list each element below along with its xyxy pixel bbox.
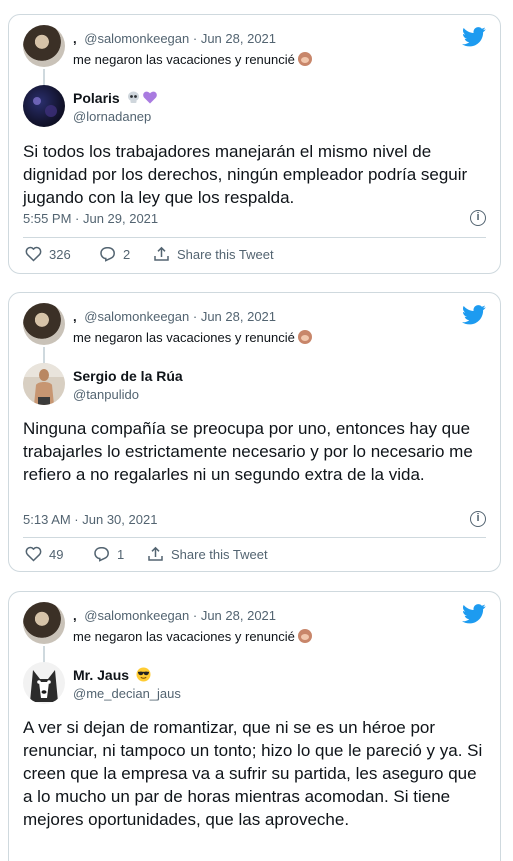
skull-icon (127, 91, 140, 104)
reply-icon (94, 546, 109, 562)
share-button[interactable]: Share this Tweet (153, 246, 274, 262)
twitter-bird-icon[interactable] (462, 305, 486, 325)
parent-tweet[interactable]: , @salomonkeegan · Jun 28, 2021 me negar… (23, 303, 486, 365)
parent-date[interactable]: Jun 28, 2021 (201, 608, 276, 623)
tweet-text: A ver si dejan de romantizar, que ni se … (23, 718, 483, 829)
info-icon[interactable]: i (470, 511, 486, 527)
twitter-bird-icon[interactable] (462, 27, 486, 47)
divider (23, 237, 486, 238)
parent-date[interactable]: Jun 28, 2021 (201, 309, 276, 324)
parent-meta: , @salomonkeegan · Jun 28, 2021 (73, 309, 276, 324)
tweet-text: Ninguna compañía se preocupa por uno, en… (23, 419, 473, 484)
share-label: Share this Tweet (171, 546, 268, 562)
tweet-card[interactable]: , @salomonkeegan · Jun 28, 2021 me negar… (8, 292, 501, 572)
separator: · (192, 608, 198, 623)
author-handle[interactable]: @me_decian_jaus (73, 686, 181, 701)
author-name-text[interactable]: Polaris (73, 90, 120, 106)
see-no-evil-monkey-icon (297, 52, 312, 66)
author-name[interactable]: Mr. Jaus (73, 667, 151, 683)
tweet-card[interactable]: , @salomonkeegan · Jun 28, 2021 me negar… (8, 591, 501, 861)
parent-text-content: me negaron las vacaciones y renuncié (73, 52, 295, 67)
tweet-author[interactable]: Mr. Jaus @me_decian_jaus (23, 662, 486, 708)
parent-text: me negaron las vacaciones y renuncié (73, 52, 312, 67)
like-count: 49 (49, 546, 64, 562)
avatar-image (23, 85, 65, 127)
parent-handle[interactable]: @salomonkeegan (84, 309, 189, 324)
reply-button[interactable]: 1 (93, 546, 124, 562)
share-button[interactable]: Share this Tweet (147, 546, 268, 562)
author-name[interactable]: Polaris (73, 90, 158, 106)
parent-handle[interactable]: @salomonkeegan (84, 31, 189, 46)
avatar[interactable] (23, 85, 65, 127)
parent-text-content: me negaron las vacaciones y renuncié (73, 330, 295, 345)
avatar[interactable] (23, 662, 65, 704)
parent-text: me negaron las vacaciones y renuncié (73, 629, 312, 644)
tweet-text: Si todos los trabajadores manejarán el m… (23, 142, 468, 207)
reply-button[interactable]: 2 (99, 246, 130, 262)
avatar[interactable] (23, 602, 65, 644)
parent-text-content: me negaron las vacaciones y renuncié (73, 629, 295, 644)
tweet-card[interactable]: , @salomonkeegan · Jun 28, 2021 me negar… (8, 14, 501, 274)
share-icon (148, 546, 163, 561)
twitter-bird-icon[interactable] (462, 604, 486, 624)
avatar[interactable] (23, 25, 65, 67)
parent-tweet[interactable]: , @salomonkeegan · Jun 28, 2021 me negar… (23, 602, 486, 664)
like-button[interactable]: 49 (25, 546, 63, 562)
tweet-timestamp[interactable]: 5:13 AM · Jun 30, 2021 (23, 512, 157, 527)
share-icon (154, 246, 169, 261)
share-label: Share this Tweet (177, 246, 274, 262)
author-handle[interactable]: @tanpulido (73, 387, 139, 402)
avatar-image (23, 363, 65, 405)
parent-name[interactable]: , (73, 608, 77, 623)
author-name[interactable]: Sergio de la Rúa (73, 368, 183, 384)
separator: · (192, 309, 198, 324)
reply-count: 1 (117, 546, 125, 562)
heart-icon (25, 546, 42, 562)
parent-name[interactable]: , (73, 31, 77, 46)
see-no-evil-monkey-icon (297, 330, 312, 344)
author-name-text[interactable]: Mr. Jaus (73, 667, 129, 683)
info-icon[interactable]: i (470, 210, 486, 226)
parent-tweet[interactable]: , @salomonkeegan · Jun 28, 2021 me negar… (23, 25, 486, 87)
avatar[interactable] (23, 303, 65, 345)
parent-name[interactable]: , (73, 309, 77, 324)
like-count: 326 (49, 246, 71, 262)
heart-icon (25, 246, 42, 262)
reply-icon (100, 246, 115, 262)
parent-date[interactable]: Jun 28, 2021 (201, 31, 276, 46)
see-no-evil-monkey-icon (297, 629, 312, 643)
tweet-author[interactable]: Sergio de la Rúa @tanpulido (23, 363, 486, 409)
parent-text: me negaron las vacaciones y renuncié (73, 330, 312, 345)
separator: · (192, 31, 198, 46)
parent-meta: , @salomonkeegan · Jun 28, 2021 (73, 608, 276, 623)
author-handle[interactable]: @lornadanep (73, 109, 151, 124)
parent-meta: , @salomonkeegan · Jun 28, 2021 (73, 31, 276, 46)
tweet-actions: 49 1 Share this Tweet (23, 546, 486, 566)
parent-handle[interactable]: @salomonkeegan (84, 608, 189, 623)
purple-heart-icon (143, 91, 158, 104)
sunglasses-face-icon (136, 667, 151, 682)
divider (23, 537, 486, 538)
like-button[interactable]: 326 (25, 246, 71, 262)
tweet-timestamp[interactable]: 5:55 PM · Jun 29, 2021 (23, 211, 158, 226)
tweet-actions: 326 2 Share this Tweet (23, 246, 486, 266)
reply-count: 2 (123, 246, 131, 262)
avatar-image (23, 662, 65, 704)
tweet-author[interactable]: Polaris @lornadanep (23, 85, 486, 131)
avatar[interactable] (23, 363, 65, 405)
